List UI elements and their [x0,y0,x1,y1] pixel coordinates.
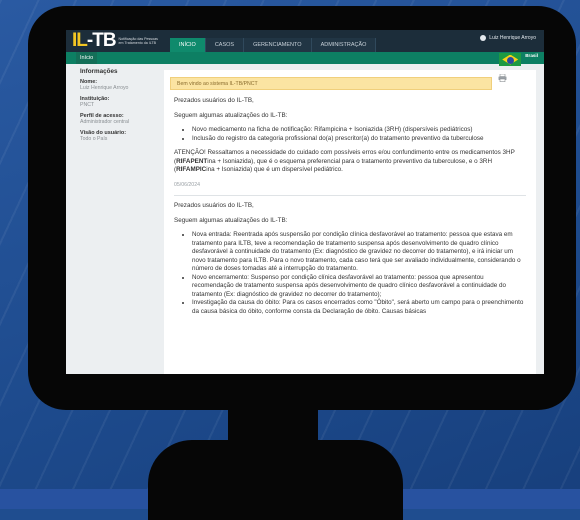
breadcrumb[interactable]: Início [76,52,98,64]
attention-note: ATENÇÃO! Ressaltamos a necessidade do cu… [174,149,526,175]
field-value: PNCT [80,102,95,108]
message-list: Prezados usuários do IL-TB, Seguem algum… [174,97,526,322]
logo-prefix: IL [72,30,88,51]
main-content: Bem vindo ao sistema IL-TB/PNCT Prezados… [164,70,536,374]
logo-suffix: -TB [86,30,117,51]
user-menu[interactable]: Luiz Henrique Arroyo [480,35,536,41]
message-intro: Seguem algumas atualizações do IL-TB: [174,111,288,119]
monitor-stand-base [148,440,403,520]
logo-mark: IL-TB [72,30,117,51]
user-icon [480,35,487,41]
logo-subtitle: Notificação das Pessoas em Tratamento da… [118,37,158,45]
field-value: Luiz Henrique Arroyo [80,85,129,91]
main-tabs: INÍCIO CASOS GERENCIAMENTO ADMINISTRAÇÃO [170,38,377,52]
print-icon[interactable] [498,74,507,82]
attention-emphasis: RIFAPENT [176,157,208,165]
sidebar: Informações Nome: Luiz Henrique Arroyo I… [66,64,154,374]
update-list: Novo medicamento na ficha de notificação… [174,126,526,143]
message-date: 05/06/2024 [174,181,200,188]
sidebar-title: Informações [80,68,118,75]
message-intro: Seguem algumas atualizações do IL-TB: [174,216,288,224]
country-name: Brasil [525,53,538,58]
update-list: Nova entrada: Reentrada após suspensão p… [174,231,526,316]
message-greeting: Prezados usuários do IL-TB, [174,97,254,104]
country-selector[interactable]: Brasil [499,53,538,66]
user-name: Luiz Henrique Arroyo [489,35,536,41]
app-header: IL-TB Notificação das Pessoas em Tratame… [66,30,544,52]
welcome-alert: Bem vindo ao sistema IL-TB/PNCT [170,77,492,90]
tab-casos[interactable]: CASOS [205,38,245,52]
list-item: Investigação da causa do óbito: Para os … [192,299,526,316]
list-item: Nova entrada: Reentrada após suspensão p… [192,231,526,274]
attention-emphasis: RIFAMPIC [176,166,207,173]
sidebar-info: Nome: Luiz Henrique Arroyo Instituição: … [80,79,154,147]
field-value: Administrador central [80,119,130,125]
tab-inicio[interactable]: INÍCIO [170,38,206,52]
field-value: Todo o País [80,136,108,142]
brazil-flag-icon [499,53,522,66]
tab-administracao[interactable]: ADMINISTRAÇÃO [311,38,377,52]
tab-gerenciamento[interactable]: GERENCIAMENTO [244,38,312,52]
message-divider [174,195,526,196]
sub-bar [66,52,544,64]
message-greeting: Prezados usuários do IL-TB, [174,202,254,209]
list-item: Novo medicamento na ficha de notificação… [192,126,526,135]
monitor-screen: IL-TB Notificação das Pessoas em Tratame… [66,30,544,374]
list-item: Inclusão do registro da categoria profis… [192,135,526,144]
list-item: Novo encerramento: Suspenso por condição… [192,274,526,300]
attention-text: ina + Isoniazida) que é um dispersível p… [206,166,343,173]
app-logo[interactable]: IL-TB Notificação das Pessoas em Tratame… [72,31,159,51]
